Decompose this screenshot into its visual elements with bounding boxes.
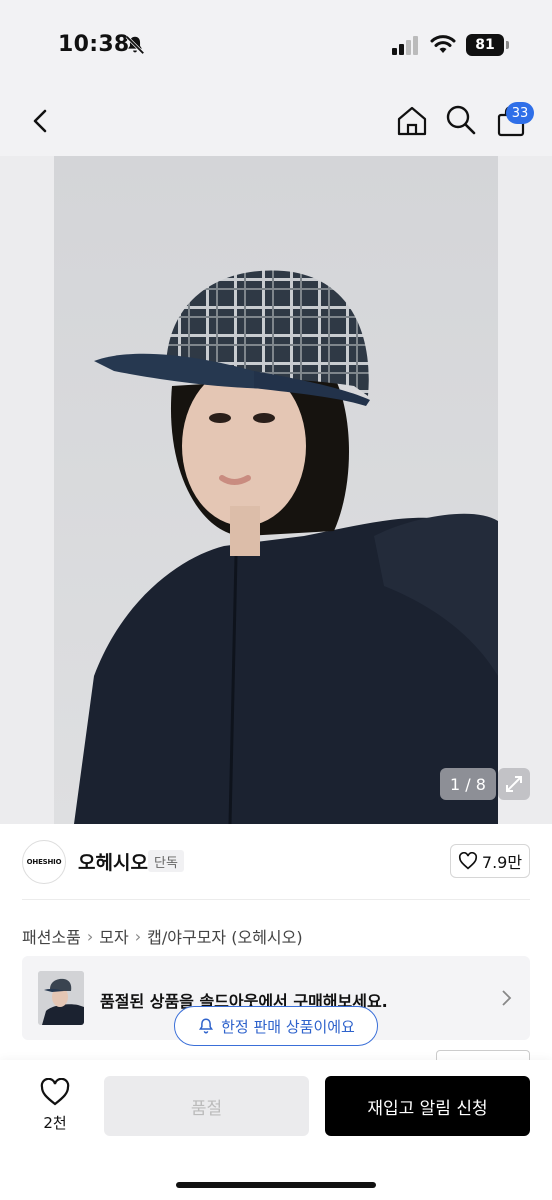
exclusive-tag: 단독 [148, 850, 184, 872]
bell-slash-icon [125, 35, 145, 55]
brand-name[interactable]: 오헤시오 [78, 848, 148, 875]
image-counter-text: 1 / 8 [450, 774, 486, 794]
status-time: 10:38 [58, 32, 130, 57]
wifi-icon [430, 35, 456, 53]
breadcrumb-item-current[interactable]: 캡/야구모자 (오헤시오) [147, 924, 302, 948]
brand-like-button[interactable]: 7.9만 [450, 844, 530, 878]
home-indicator[interactable] [176, 1182, 376, 1188]
heart-icon [40, 1078, 70, 1106]
soldout-label: 품절 [190, 1098, 223, 1119]
breadcrumb: 패션소품 › 모자 › 캡/야구모자 (오헤시오) [22, 924, 303, 948]
wishlist-count: 2천 [43, 1114, 67, 1132]
divider [22, 899, 530, 900]
bell-icon [199, 1018, 214, 1034]
chevron-right-icon [502, 990, 512, 1006]
wishlist-button[interactable]: 2천 [30, 1078, 80, 1133]
breadcrumb-item-category[interactable]: 패션소품 [22, 924, 81, 948]
restock-alert-button[interactable]: 재입고 알림 신청 [325, 1076, 530, 1136]
signal-icon [392, 36, 418, 55]
chevron-right-icon: › [86, 926, 94, 946]
brand-row: OHESHIO 오헤시오 단독 7.9만 [0, 824, 552, 898]
home-icon[interactable] [395, 104, 429, 138]
cart-count-badge: 33 [506, 102, 534, 124]
chevron-right-icon: › [134, 926, 142, 946]
brand-logo[interactable]: OHESHIO [22, 840, 66, 884]
breadcrumb-item-subcategory[interactable]: 모자 [99, 924, 128, 948]
expand-icon [506, 776, 522, 792]
bottom-action-bar: 2천 품절 재입고 알림 신청 [0, 1060, 552, 1200]
restock-alert-label: 재입고 알림 신청 [367, 1098, 488, 1119]
product-photo-illustration [74, 270, 498, 824]
status-bar: 10:38 81 [0, 0, 552, 90]
brand-logo-text: OHESHIO [26, 858, 62, 866]
limited-sale-notice[interactable]: 한정 판매 상품이에요 [174, 1006, 378, 1046]
nav-bar: 33 [0, 90, 552, 156]
soldout-button: 품절 [104, 1076, 309, 1136]
product-image[interactable] [54, 156, 498, 824]
image-counter: 1 / 8 [440, 768, 496, 800]
heart-icon [458, 852, 477, 870]
brand-like-count: 7.9만 [481, 853, 523, 872]
back-chevron-icon[interactable] [26, 106, 56, 136]
battery-icon: 81 [466, 34, 509, 56]
expand-image-button[interactable] [498, 768, 530, 800]
battery-level: 81 [475, 37, 495, 53]
limited-sale-text: 한정 판매 상품이에요 [221, 1017, 355, 1036]
search-icon[interactable] [445, 104, 477, 136]
banner-thumbnail [38, 971, 84, 1025]
status-indicators: 81 [392, 34, 509, 56]
